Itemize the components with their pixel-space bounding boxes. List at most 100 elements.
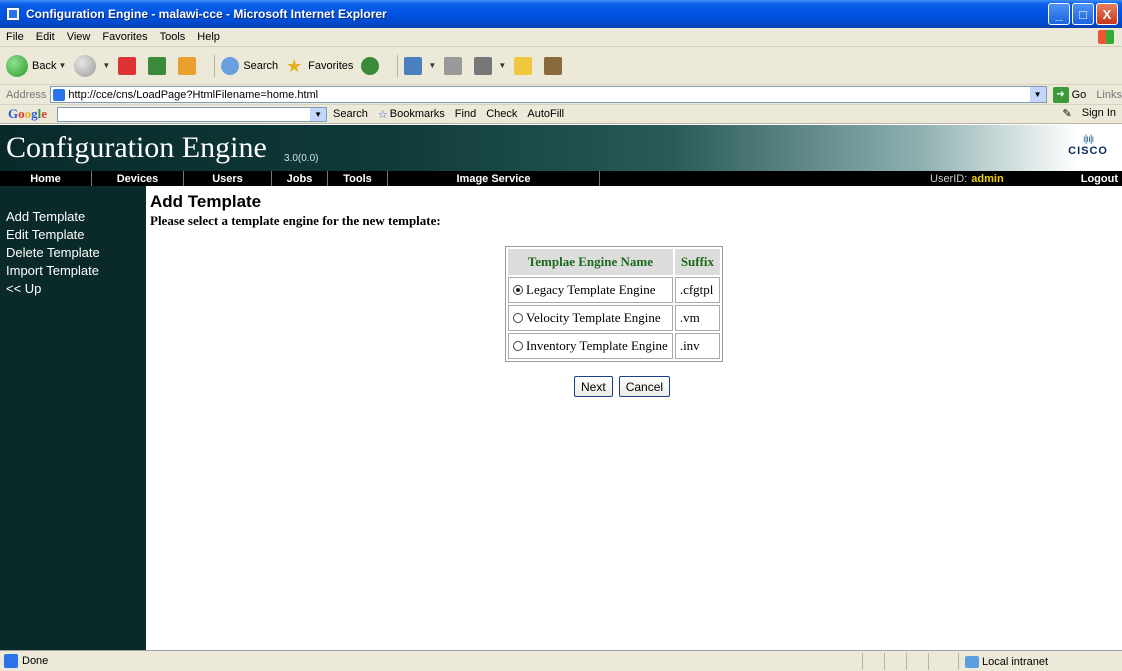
mail-button[interactable]: ▼ <box>404 56 436 75</box>
userid-value: admin <box>971 172 1004 185</box>
cisco-wordmark: CISCO <box>1068 145 1108 157</box>
nav-home[interactable]: Home <box>0 171 92 186</box>
nav-users[interactable]: Users <box>184 171 272 186</box>
intranet-icon <box>965 655 979 668</box>
google-bookmarks-button[interactable]: ☆ Bookmarks <box>378 108 445 121</box>
go-button[interactable]: ➜ Go <box>1052 86 1086 103</box>
address-input[interactable]: http://cce/cns/LoadPage?HtmlFilename=hom… <box>50 86 1047 103</box>
print-icon <box>444 56 463 75</box>
google-find-button[interactable]: Find <box>455 108 476 120</box>
menu-file[interactable]: File <box>6 31 24 43</box>
page-icon <box>53 88 66 101</box>
engine-radio[interactable] <box>513 341 523 352</box>
stop-button[interactable] <box>118 56 140 75</box>
status-divider <box>928 653 929 670</box>
google-right-area: ✎ Sign In <box>1063 107 1116 120</box>
nav-jobs[interactable]: Jobs <box>272 171 328 186</box>
windows-flag-icon <box>1098 30 1114 44</box>
window-title-bar[interactable]: Configuration Engine - malawi-cce - Micr… <box>0 0 1122 28</box>
engine-radio[interactable] <box>513 285 523 296</box>
chevron-down-icon[interactable]: ▼ <box>58 61 66 70</box>
home-button[interactable] <box>178 56 200 75</box>
edit-button[interactable]: ▼ <box>474 56 506 75</box>
menu-edit[interactable]: Edit <box>36 31 55 43</box>
table-row[interactable]: Inventory Template Engine .inv <box>508 333 721 359</box>
status-divider <box>862 653 863 670</box>
menu-help[interactable]: Help <box>197 31 220 43</box>
ie-app-icon <box>6 7 20 21</box>
edit-icon <box>474 56 493 75</box>
refresh-icon <box>148 56 167 75</box>
history-button[interactable] <box>361 56 383 75</box>
status-divider <box>906 653 907 670</box>
back-button[interactable]: Back ▼ <box>6 54 66 77</box>
logout-link[interactable]: Logout <box>1081 171 1118 186</box>
zone-label: Local intranet <box>982 655 1049 668</box>
star-icon: ★ <box>286 55 303 76</box>
main-content: Add Template Please select a template en… <box>146 186 1122 650</box>
engine-name-cell[interactable]: Inventory Template Engine <box>508 333 673 359</box>
google-check-button[interactable]: Check <box>486 108 517 120</box>
google-search-input[interactable]: ▼ <box>57 106 328 122</box>
favorites-label: Favorites <box>308 59 354 72</box>
sidebar: Add Template Edit Template Delete Templa… <box>0 186 146 650</box>
nav-image-service[interactable]: Image Service <box>388 171 600 186</box>
menu-bar: File Edit View Favorites Tools Help <box>0 28 1122 47</box>
search-button[interactable]: Search <box>221 56 278 75</box>
window-controls: _ □ X <box>1048 3 1118 25</box>
nav-devices[interactable]: Devices <box>92 171 184 186</box>
close-button[interactable]: X <box>1096 3 1118 25</box>
form-buttons: Next Cancel <box>574 376 671 397</box>
refresh-button[interactable] <box>148 56 170 75</box>
sidebar-item-edit-template[interactable]: Edit Template <box>6 226 146 244</box>
links-button[interactable]: Links <box>1096 89 1122 101</box>
google-autofill-button[interactable]: AutoFill <box>527 108 564 120</box>
forward-arrow-icon <box>74 54 97 77</box>
sidebar-item-add-template[interactable]: Add Template <box>6 208 146 226</box>
table-header-row: Templae Engine Name Suffix <box>508 249 721 275</box>
engine-name: Legacy Template Engine <box>526 282 656 297</box>
toolbar-divider <box>397 54 399 77</box>
engine-name: Velocity Template Engine <box>526 310 661 325</box>
status-bar: Done Local intranet <box>0 650 1122 671</box>
research-button[interactable] <box>544 56 566 75</box>
wrench-icon[interactable]: ✎ <box>1063 107 1072 120</box>
forward-button[interactable]: ▼ <box>74 54 110 77</box>
engine-radio[interactable] <box>513 313 523 324</box>
nav-tools[interactable]: Tools <box>328 171 388 186</box>
maximize-button[interactable]: □ <box>1072 3 1094 25</box>
chevron-down-icon[interactable]: ▼ <box>102 61 110 70</box>
back-label: Back <box>32 59 57 72</box>
chevron-down-icon[interactable]: ▼ <box>310 107 327 121</box>
google-logo[interactable]: Google <box>8 106 47 122</box>
menu-tools[interactable]: Tools <box>160 31 186 43</box>
menu-view[interactable]: View <box>67 31 91 43</box>
status-text: Done <box>22 655 49 667</box>
menu-favorites[interactable]: Favorites <box>102 31 147 43</box>
engine-name-cell[interactable]: Velocity Template Engine <box>508 305 673 331</box>
google-search-button[interactable]: Search <box>333 108 368 120</box>
engine-name-cell[interactable]: Legacy Template Engine <box>508 277 673 303</box>
chevron-down-icon[interactable]: ▼ <box>1029 87 1046 102</box>
sidebar-item-import-template[interactable]: Import Template <box>6 262 146 280</box>
folder-button[interactable] <box>514 56 536 75</box>
print-button[interactable] <box>444 56 466 75</box>
cancel-button[interactable]: Cancel <box>618 376 671 397</box>
table-row[interactable]: Legacy Template Engine .cfgtpl <box>508 277 721 303</box>
table-row[interactable]: Velocity Template Engine .vm <box>508 305 721 331</box>
engine-suffix-cell: .cfgtpl <box>674 277 721 303</box>
chevron-down-icon[interactable]: ▼ <box>498 61 506 70</box>
engine-name: Inventory Template Engine <box>526 338 668 353</box>
chevron-down-icon[interactable]: ▼ <box>428 61 436 70</box>
favorites-button[interactable]: ★ Favorites <box>286 57 353 75</box>
status-divider <box>884 653 885 670</box>
security-zone: Local intranet <box>958 653 1048 670</box>
app-header: Configuration Engine 3.0(0.0) ı|ıı|ı CIS… <box>0 125 1122 171</box>
star-icon: ☆ <box>377 108 388 121</box>
research-icon <box>544 56 563 75</box>
next-button[interactable]: Next <box>574 376 613 397</box>
sidebar-item-delete-template[interactable]: Delete Template <box>6 244 146 262</box>
sign-in-button[interactable]: Sign In <box>1082 107 1116 120</box>
minimize-button[interactable]: _ <box>1048 3 1070 25</box>
sidebar-item-up[interactable]: << Up <box>6 280 146 298</box>
